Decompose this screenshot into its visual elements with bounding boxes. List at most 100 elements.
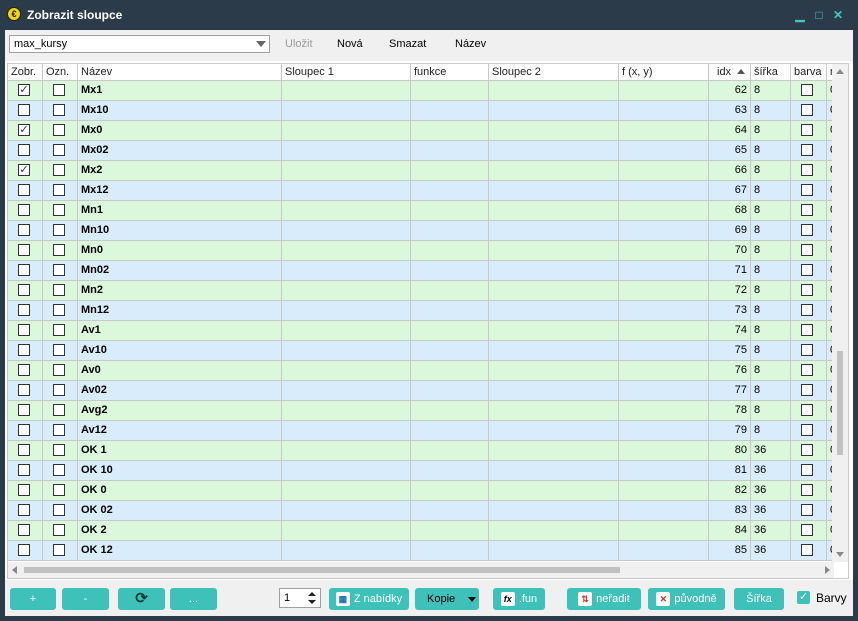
cell-color[interactable] xyxy=(791,401,827,420)
mark-checkbox[interactable] xyxy=(53,464,65,476)
show-checkbox[interactable] xyxy=(18,224,30,236)
cell-col1[interactable] xyxy=(282,201,411,220)
cell-idx[interactable]: 63 xyxy=(709,101,751,120)
cell-mark[interactable] xyxy=(43,481,78,500)
color-checkbox[interactable] xyxy=(801,144,813,156)
cell-mark[interactable] xyxy=(43,161,78,180)
color-checkbox[interactable] xyxy=(801,84,813,96)
maximize-icon[interactable]: □ xyxy=(812,8,826,22)
cell-width[interactable]: 8 xyxy=(751,321,791,340)
show-checkbox[interactable] xyxy=(18,444,30,456)
color-checkbox[interactable] xyxy=(801,264,813,276)
header-col2[interactable]: Sloupec 2 xyxy=(489,64,619,80)
table-row[interactable]: ✓Mx16280 xyxy=(8,81,836,101)
cell-show[interactable] xyxy=(8,361,43,380)
color-checkbox[interactable] xyxy=(801,544,813,556)
cell-func[interactable] xyxy=(411,321,489,340)
cell-width[interactable]: 8 xyxy=(751,361,791,380)
cell-width[interactable]: 8 xyxy=(751,141,791,160)
cell-idx[interactable]: 73 xyxy=(709,301,751,320)
cell-col1[interactable] xyxy=(282,461,411,480)
color-checkbox[interactable] xyxy=(801,164,813,176)
cell-color[interactable] xyxy=(791,161,827,180)
cell-func[interactable] xyxy=(411,481,489,500)
cell-mark[interactable] xyxy=(43,281,78,300)
color-checkbox[interactable] xyxy=(801,324,813,336)
unsort-button[interactable]: ⇅ neřadit xyxy=(567,588,641,610)
cell-fxy[interactable] xyxy=(619,441,709,460)
cell-mark[interactable] xyxy=(43,181,78,200)
mark-checkbox[interactable] xyxy=(53,144,65,156)
header-show[interactable]: Zobr. xyxy=(8,64,43,80)
cell-color[interactable] xyxy=(791,461,827,480)
refresh-button[interactable]: ⟳ xyxy=(118,588,165,610)
header-color[interactable]: barva xyxy=(791,64,827,80)
cell-show[interactable] xyxy=(8,281,43,300)
checkbox-checked-icon[interactable]: ✓ xyxy=(797,591,810,604)
cell-width[interactable]: 8 xyxy=(751,221,791,240)
cell-name[interactable]: Av10 xyxy=(78,341,282,360)
color-checkbox[interactable] xyxy=(801,204,813,216)
color-checkbox[interactable] xyxy=(801,104,813,116)
cell-fxy[interactable] xyxy=(619,261,709,280)
color-checkbox[interactable] xyxy=(801,124,813,136)
cell-fxy[interactable] xyxy=(619,361,709,380)
cell-width[interactable]: 8 xyxy=(751,381,791,400)
color-checkbox[interactable] xyxy=(801,184,813,196)
horizontal-scroll-thumb[interactable] xyxy=(24,567,620,573)
table-row[interactable]: OK 1285360 xyxy=(8,541,836,561)
cell-show[interactable] xyxy=(8,481,43,500)
show-checkbox[interactable] xyxy=(18,264,30,276)
cell-color[interactable] xyxy=(791,361,827,380)
cell-func[interactable] xyxy=(411,541,489,560)
cell-name[interactable]: Mn1 xyxy=(78,201,282,220)
table-row[interactable]: Av17480 xyxy=(8,321,836,341)
cell-show[interactable]: ✓ xyxy=(8,121,43,140)
cell-idx[interactable]: 79 xyxy=(709,421,751,440)
cell-col2[interactable] xyxy=(489,121,619,140)
cell-col2[interactable] xyxy=(489,181,619,200)
table-row[interactable]: OK 082360 xyxy=(8,481,836,501)
cell-name[interactable]: Mn0 xyxy=(78,241,282,260)
cell-fxy[interactable] xyxy=(619,241,709,260)
cell-width[interactable]: 36 xyxy=(751,541,791,560)
cell-color[interactable] xyxy=(791,261,827,280)
cell-col2[interactable] xyxy=(489,361,619,380)
cell-show[interactable] xyxy=(8,181,43,200)
cell-fxy[interactable] xyxy=(619,181,709,200)
cell-show[interactable] xyxy=(8,221,43,240)
cell-mark[interactable] xyxy=(43,361,78,380)
cell-func[interactable] xyxy=(411,381,489,400)
cell-color[interactable] xyxy=(791,481,827,500)
cell-col1[interactable] xyxy=(282,521,411,540)
cell-fxy[interactable] xyxy=(619,401,709,420)
cell-fxy[interactable] xyxy=(619,141,709,160)
cell-col1[interactable] xyxy=(282,401,411,420)
scroll-up-icon[interactable] xyxy=(836,69,844,74)
cell-width[interactable]: 8 xyxy=(751,161,791,180)
show-checkbox[interactable] xyxy=(18,364,30,376)
table-row[interactable]: Mn106980 xyxy=(8,221,836,241)
cell-idx[interactable]: 65 xyxy=(709,141,751,160)
cell-mark[interactable] xyxy=(43,201,78,220)
cell-name[interactable]: Mx02 xyxy=(78,141,282,160)
table-row[interactable]: Mx126780 xyxy=(8,181,836,201)
cell-show[interactable] xyxy=(8,301,43,320)
mark-checkbox[interactable] xyxy=(53,444,65,456)
cell-idx[interactable]: 78 xyxy=(709,401,751,420)
header-idx[interactable]: idx xyxy=(709,64,751,80)
mark-checkbox[interactable] xyxy=(53,204,65,216)
cell-show[interactable]: ✓ xyxy=(8,81,43,100)
color-checkbox[interactable] xyxy=(801,484,813,496)
table-row[interactable]: Mn127380 xyxy=(8,301,836,321)
scroll-down-icon[interactable] xyxy=(836,552,844,557)
cell-col2[interactable] xyxy=(489,81,619,100)
cell-mark[interactable] xyxy=(43,421,78,440)
cell-mark[interactable] xyxy=(43,341,78,360)
count-stepper[interactable]: 1 xyxy=(279,588,321,608)
cell-color[interactable] xyxy=(791,181,827,200)
cell-name[interactable]: OK 02 xyxy=(78,501,282,520)
cell-mark[interactable] xyxy=(43,241,78,260)
cell-func[interactable] xyxy=(411,521,489,540)
cell-col2[interactable] xyxy=(489,241,619,260)
